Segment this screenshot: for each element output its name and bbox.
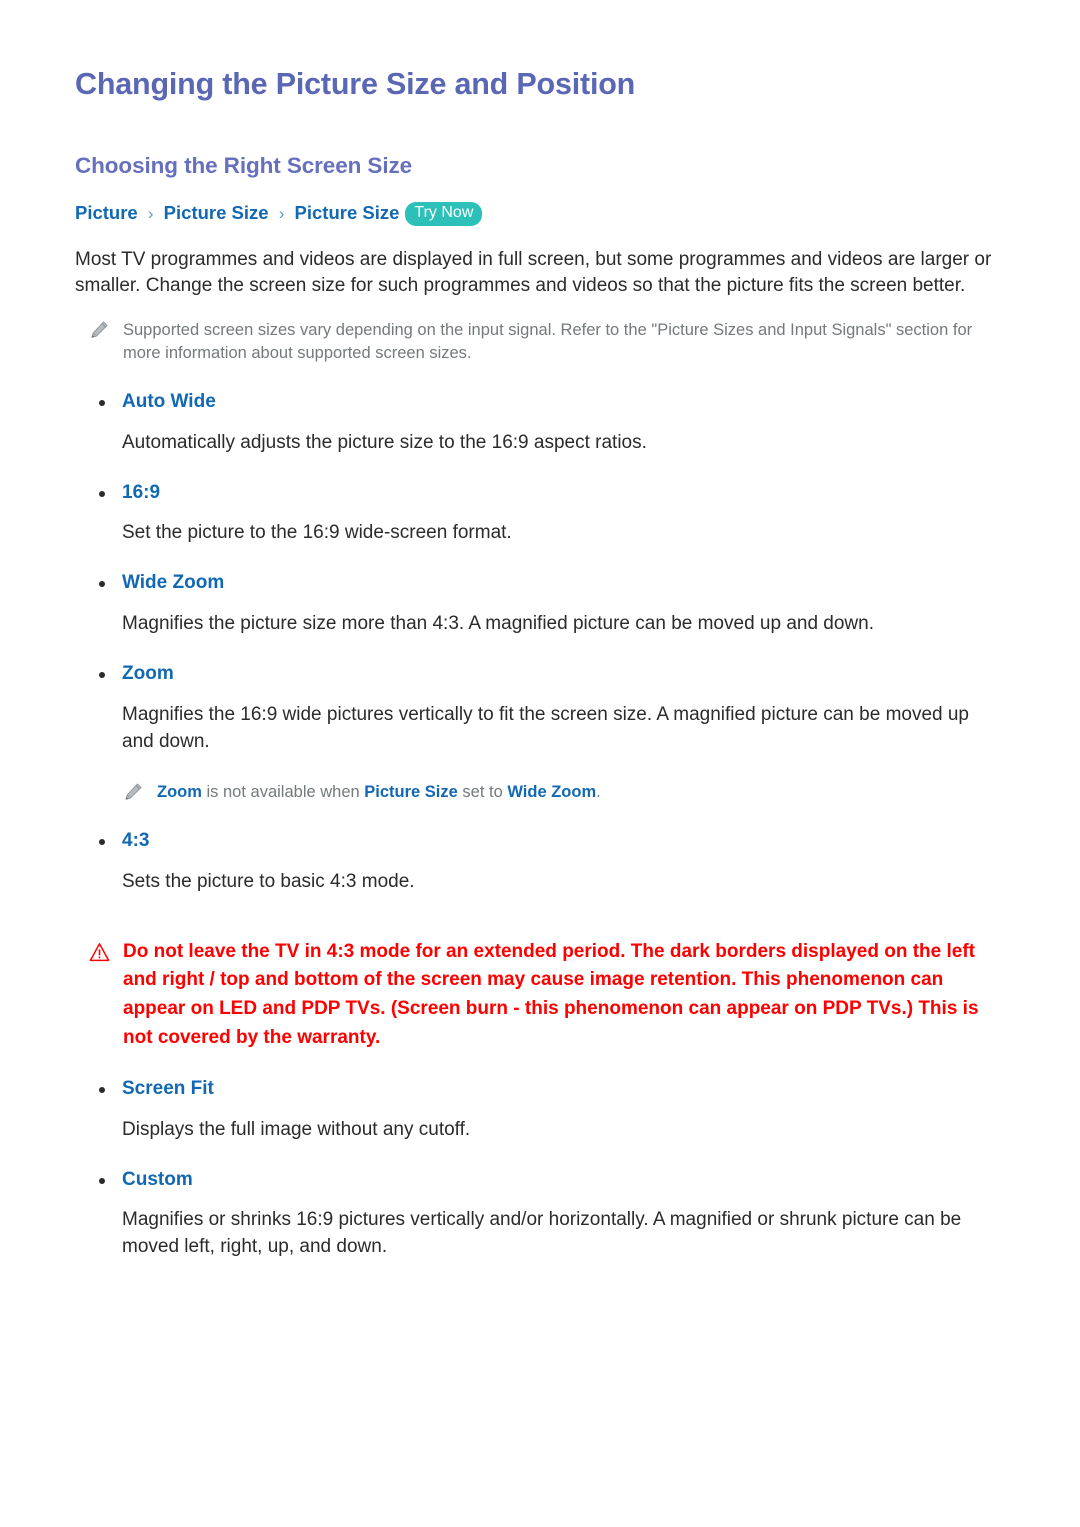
option-description: Magnifies or shrinks 16:9 pictures verti… [122,1209,962,1258]
option-heading: Wide Zoom [75,571,1005,596]
note-mid-1: is not available when [201,783,365,802]
option-description: Magnifies the picture size more than 4:3… [122,612,875,634]
option-heading: 4:3 [75,829,1005,854]
option-label: Zoom [122,662,174,684]
warning-text: Do not leave the TV in 4:3 mode for an e… [123,940,979,1049]
option-heading: Custom [75,1168,1005,1193]
breadcrumb: Picture › Picture Size › Picture Size Try… [75,200,1005,228]
option-item: Wide Zoom Magnifies the picture size mor… [75,571,1005,638]
bullet-dot-icon [99,490,105,497]
note-keyword-picture-size: Picture Size [364,783,458,802]
option-heading: Auto Wide [75,390,1005,415]
bullet-dot-icon [99,1087,105,1094]
note-zoom-unavailable: Zoom is not available when Picture Size … [75,780,1005,804]
note-supported-sizes: Supported screen sizes vary depending on… [75,318,1005,366]
document-page: Changing the Picture Size and Position C… [0,0,1080,1527]
pencil-icon [89,320,109,340]
option-label: Custom [122,1168,193,1190]
breadcrumb-item-picture-size[interactable]: Picture Size [164,202,269,223]
option-item: Zoom Magnifies the 16:9 wide pictures ve… [75,662,1005,756]
bullet-dot-icon [99,581,105,588]
option-heading: Screen Fit [75,1077,1005,1102]
note-tail: . [596,783,601,802]
breadcrumb-separator-icon: › [278,203,285,223]
option-item: 4:3 Sets the picture to basic 4:3 mode. [75,829,1005,896]
bullet-dot-icon [99,671,105,678]
option-description: Sets the picture to basic 4:3 mode. [122,870,415,892]
option-item: Screen Fit Displays the full image witho… [75,1077,1005,1144]
bullet-dot-icon [99,838,105,845]
note-text: Zoom is not available when Picture Size … [157,780,601,804]
breadcrumb-separator-icon: › [147,203,154,223]
options-list-bottom: Screen Fit Displays the full image witho… [75,1077,1005,1261]
option-item: 16:9 Set the picture to the 16:9 wide-sc… [75,481,1005,548]
option-item: Custom Magnifies or shrinks 16:9 picture… [75,1168,1005,1262]
options-list-top: Auto Wide Automatically adjusts the pict… [75,390,1005,756]
breadcrumb-item-picture-size-2[interactable]: Picture Size [295,202,400,223]
option-description: Automatically adjusts the picture size t… [122,431,647,453]
bullet-dot-icon [99,1177,105,1184]
note-mid-2: set to [457,783,508,802]
option-heading: Zoom [75,662,1005,687]
warning-block: Do not leave the TV in 4:3 mode for an e… [75,938,1005,1054]
try-now-badge[interactable]: Try Now [405,201,483,226]
option-description: Displays the full image without any cuto… [122,1118,471,1140]
pencil-icon [123,782,143,802]
section-title: Choosing the Right Screen Size [75,152,413,178]
option-label: Screen Fit [122,1078,214,1100]
bullet-dot-icon [99,399,105,406]
warning-triangle-icon [89,942,110,963]
option-heading: 16:9 [75,481,1005,506]
note-keyword-wide-zoom: Wide Zoom [507,783,597,802]
option-description: Magnifies the 16:9 wide pictures vertica… [122,703,970,752]
option-label: Auto Wide [122,390,216,412]
options-list-mid: 4:3 Sets the picture to basic 4:3 mode. [75,829,1005,896]
option-label: 16:9 [122,481,161,503]
option-item: Auto Wide Automatically adjusts the pict… [75,390,1005,457]
option-label: 4:3 [122,829,150,851]
breadcrumb-item-picture[interactable]: Picture [75,202,138,223]
option-description: Set the picture to the 16:9 wide-screen … [122,522,512,544]
note-text: Supported screen sizes vary depending on… [123,321,973,363]
page-title: Changing the Picture Size and Position [75,67,636,101]
option-label: Wide Zoom [122,572,225,594]
intro-paragraph: Most TV programmes and videos are displa… [75,248,992,296]
note-keyword-zoom: Zoom [157,783,202,802]
